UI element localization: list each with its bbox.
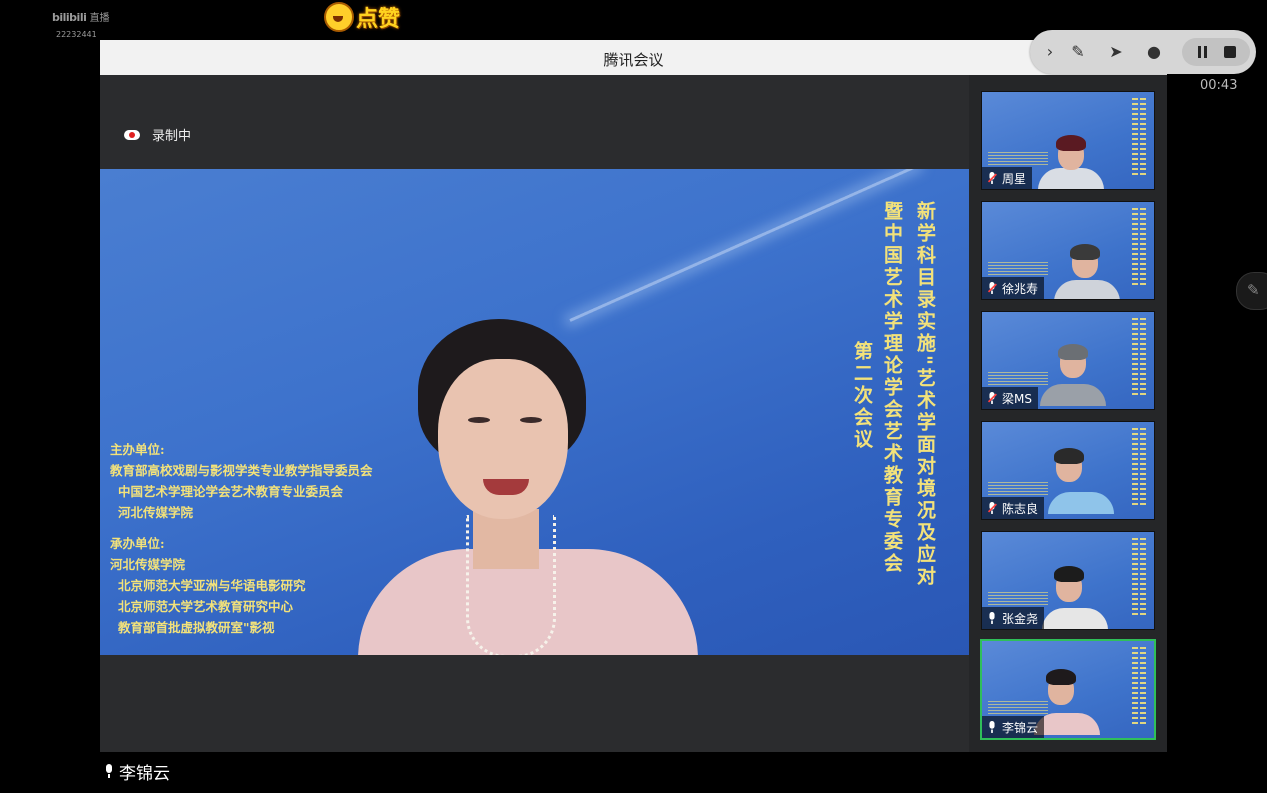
muted-microphone-icon (987, 172, 997, 184)
participant-list: 周星 徐兆寿 梁MS 陈志良 张金尧 李锦云 (969, 75, 1167, 752)
stop-icon[interactable] (1224, 46, 1236, 58)
chevron-right-icon[interactable]: › (1040, 42, 1060, 62)
pause-icon[interactable] (1197, 46, 1209, 58)
like-label: 点赞 (356, 7, 401, 32)
active-speaker-tag: 李锦云 (100, 758, 176, 784)
like-badge: 点赞 (324, 2, 404, 32)
participant-tile[interactable]: 张金尧 (981, 531, 1155, 630)
microphone-icon (104, 764, 114, 778)
active-speaker-name: 李锦云 (119, 763, 170, 784)
record-controls (1182, 38, 1250, 66)
participant-name: 周星 (1002, 171, 1027, 186)
pointer-icon[interactable]: ➤ (1106, 42, 1126, 62)
muted-microphone-icon (987, 392, 997, 404)
participant-tile[interactable]: 徐兆寿 (981, 201, 1155, 300)
speaker-video: 新学科目录实施"艺术学面对境况及应对 暨中国艺术学理论学会艺术教育专委会 第二次… (100, 169, 969, 655)
slide-title-line-1: 新学科目录实施"艺术学面对境况及应对 (914, 201, 936, 588)
participant-name: 陈志良 (1002, 501, 1039, 516)
pen-icon: ✎ (1247, 281, 1260, 299)
record-timer: 00:43 (1200, 78, 1238, 93)
record-toolbar: › ✎ ➤ ● (1030, 30, 1256, 74)
muted-microphone-icon (987, 502, 997, 514)
pen-icon[interactable]: ✎ (1068, 42, 1088, 62)
emoji-face-icon (324, 2, 354, 32)
participant-name: 李锦云 (1002, 720, 1039, 735)
microphone-icon (988, 612, 997, 624)
title-bar: 腾讯会议 ✕ (100, 40, 1167, 76)
participant-tile[interactable]: 梁MS (981, 311, 1155, 410)
stream-watermark: bilibili 直播 22232441 (52, 12, 110, 41)
microphone-icon (988, 721, 997, 733)
participant-name: 徐兆寿 (1002, 281, 1039, 296)
person-icon[interactable]: ● (1144, 42, 1164, 62)
meeting-window: 腾讯会议 ✕ 录制中 新学科目录实施"艺术学面对境况及应对 暨中国艺术学理论学会… (100, 40, 1167, 784)
participant-name: 梁MS (1002, 391, 1032, 406)
slide-title-line-2: 暨中国艺术学理论学会艺术教育专委会 (881, 201, 903, 575)
participant-tile-active[interactable]: 李锦云 (980, 639, 1156, 740)
recording-label: 录制中 (152, 129, 192, 144)
participant-tile[interactable]: 周星 (981, 91, 1155, 190)
muted-microphone-icon (987, 282, 997, 294)
background-light-streak (569, 169, 918, 322)
slide-title-line-3: 第二次会议 (851, 341, 873, 451)
bilibili-logo: bilibili (52, 11, 87, 24)
participant-tile[interactable]: 陈志良 (981, 421, 1155, 520)
speaker-person (328, 319, 728, 655)
cloud-record-icon (124, 129, 140, 140)
floating-pen-button[interactable]: ✎ (1236, 272, 1267, 310)
participant-name: 张金尧 (1002, 611, 1039, 626)
window-title: 腾讯会议 (603, 51, 664, 69)
recording-indicator: 录制中 (124, 125, 191, 144)
main-video-area: 录制中 新学科目录实施"艺术学面对境况及应对 暨中国艺术学理论学会艺术教育专委会… (100, 75, 969, 784)
live-label: 直播 (89, 13, 110, 24)
